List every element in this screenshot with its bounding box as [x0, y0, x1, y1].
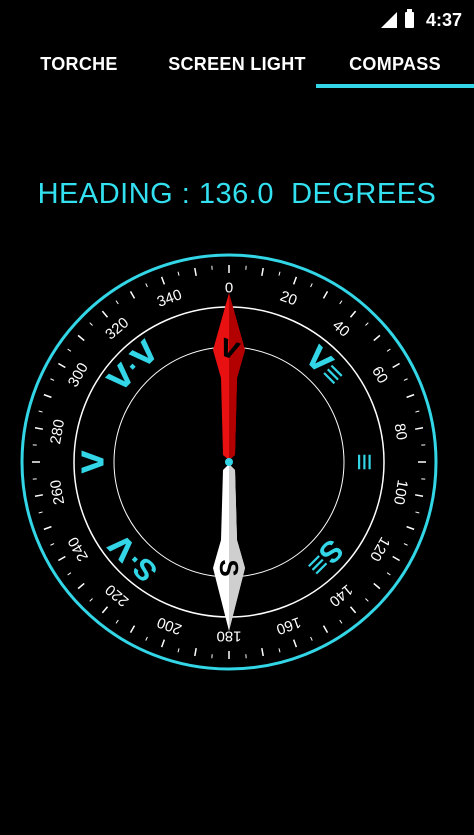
- tick-mark: [406, 525, 415, 531]
- compass-needle: ᐯS: [213, 293, 245, 631]
- tick-mark: [403, 543, 408, 546]
- tick-mark: [67, 348, 72, 352]
- degree-label: 300: [65, 360, 92, 390]
- needle-pivot: [225, 458, 233, 466]
- direction-glyph: ᐯ≡: [298, 340, 350, 392]
- tick-mark: [194, 267, 197, 277]
- battery-icon: [404, 9, 414, 28]
- tick-mark: [145, 636, 148, 641]
- tick-mark: [339, 619, 343, 624]
- tick-mark: [129, 625, 136, 633]
- tick-mark: [34, 494, 44, 497]
- tick-mark: [194, 647, 197, 657]
- degree-label: 200: [155, 613, 184, 638]
- direction-glyph: S≡: [300, 533, 350, 583]
- needle-north-shade: [229, 293, 245, 460]
- tick-mark: [339, 300, 343, 305]
- degree-label: 340: [155, 286, 184, 311]
- degree-label: 120: [366, 534, 393, 564]
- heading-readout: HEADING : 136.0 DEGREES: [37, 178, 437, 210]
- tick-mark: [349, 606, 357, 614]
- tick-mark: [373, 334, 381, 342]
- status-bar: 4:37: [0, 0, 474, 40]
- tab-compass[interactable]: COMPASS: [316, 40, 474, 88]
- tick-mark: [392, 362, 400, 369]
- tick-mark: [261, 267, 264, 277]
- tick-mark: [101, 606, 109, 614]
- tick-mark: [115, 619, 119, 624]
- tick-mark: [77, 334, 85, 342]
- degree-label: 140: [326, 581, 356, 610]
- needle-south-shade: [229, 464, 245, 631]
- tick-mark: [406, 393, 415, 399]
- tab-screen-light[interactable]: SCREEN LIGHT: [158, 40, 316, 88]
- tick-mark: [392, 555, 400, 562]
- degree-label: 240: [65, 534, 92, 564]
- tick-mark: [177, 648, 180, 653]
- degree-label: 100: [390, 478, 411, 506]
- tick-mark: [58, 555, 66, 562]
- direction-glyph: ᐯ·ᐯ: [102, 334, 166, 398]
- tick-mark: [145, 283, 148, 288]
- tick-mark: [365, 322, 369, 326]
- degree-label: 80: [391, 422, 411, 441]
- tick-mark: [403, 378, 408, 381]
- tick-mark: [386, 348, 391, 352]
- direction-glyph: S·ᐯ: [103, 526, 165, 588]
- tick-mark: [292, 639, 298, 648]
- tick-mark: [415, 511, 420, 514]
- tick-mark: [292, 276, 298, 285]
- tick-mark: [177, 271, 180, 276]
- tick-mark: [67, 572, 72, 576]
- degree-label: 220: [102, 581, 132, 610]
- degree-label: 20: [278, 288, 299, 310]
- tick-mark: [38, 410, 43, 413]
- tab-bar: TORCHE SCREEN LIGHT COMPASS: [0, 40, 474, 88]
- degree-label: 280: [47, 418, 68, 446]
- tick-mark: [278, 271, 281, 276]
- tick-mark: [89, 322, 93, 326]
- tick-mark: [414, 427, 424, 430]
- compass: 0 20 40 60 80 100 120 140 160 180 200 220 240 260 280 3…: [17, 250, 441, 674]
- tick-mark: [115, 300, 119, 305]
- tick-mark: [349, 310, 357, 318]
- tick-mark: [34, 427, 44, 430]
- direction-glyph: ᐯ: [78, 450, 111, 474]
- tab-torche[interactable]: TORCHE: [0, 40, 158, 88]
- degree-label: 160: [274, 613, 303, 638]
- tick-mark: [43, 525, 52, 531]
- tick-mark: [414, 494, 424, 497]
- direction-glyph: ≡: [348, 453, 381, 471]
- tick-mark: [373, 582, 381, 590]
- tick-mark: [261, 647, 264, 657]
- tick-mark: [278, 648, 281, 653]
- tick-mark: [101, 310, 109, 318]
- tick-mark: [43, 393, 52, 399]
- tick-mark: [38, 511, 43, 514]
- tick-mark: [310, 283, 313, 288]
- tick-mark: [160, 639, 166, 648]
- app-screen: 4:37 TORCHE SCREEN LIGHT COMPASS HEADING…: [0, 0, 474, 835]
- compass-dial: 0 204060801001201401601802002202402602803…: [20, 253, 438, 671]
- tick-mark: [50, 378, 55, 381]
- status-time: 4:37: [425, 9, 462, 30]
- signal-icon: [380, 12, 397, 28]
- tick-mark: [129, 291, 136, 299]
- degree-label: 260: [47, 478, 68, 506]
- tick-mark: [310, 636, 313, 641]
- tick-mark: [322, 625, 329, 633]
- needle-south-label: S: [214, 559, 244, 576]
- tick-mark: [160, 276, 166, 285]
- tick-mark: [322, 291, 329, 299]
- degree-label: 40: [329, 317, 353, 341]
- tick-mark: [89, 598, 93, 602]
- tick-mark: [50, 543, 55, 546]
- tick-mark: [77, 582, 85, 590]
- degree-label: 320: [102, 314, 132, 343]
- tick-mark: [386, 572, 391, 576]
- tick-mark: [58, 362, 66, 369]
- degree-label: 60: [368, 364, 391, 387]
- tick-mark: [365, 598, 369, 602]
- tick-mark: [415, 410, 420, 413]
